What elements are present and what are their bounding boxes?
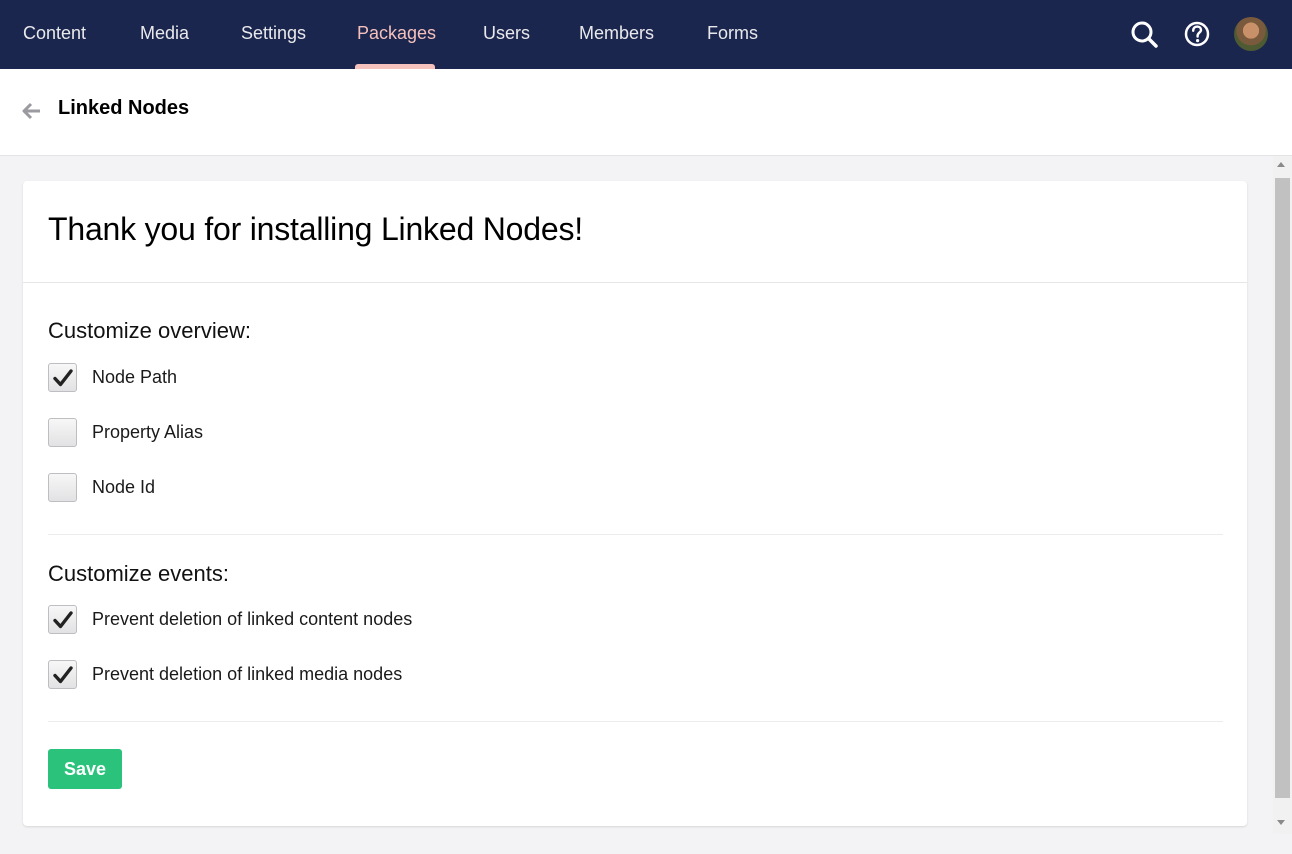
option-label: Property Alias (92, 422, 204, 442)
scroll-down-arrow-icon[interactable] (1277, 820, 1285, 825)
avatar[interactable] (1234, 17, 1268, 51)
checkbox-property-alias[interactable] (48, 418, 77, 447)
page-title: Linked Nodes (58, 97, 190, 119)
checkmark-icon (53, 666, 73, 684)
checkbox-prevent-content-deletion[interactable] (48, 605, 77, 634)
nav-item-members[interactable]: Members (579, 0, 654, 69)
section-title-events: Customize events: (48, 561, 229, 586)
option-label: Prevent deletion of linked media nodes (92, 664, 403, 684)
top-navigation-bar: Content Media Settings Packages Users Me… (0, 0, 1292, 69)
card-divider (23, 282, 1247, 283)
nav-item-users[interactable]: Users (483, 0, 530, 69)
checkbox-node-path[interactable] (48, 363, 77, 392)
section-title-overview: Customize overview: (48, 318, 251, 343)
checkmark-icon (53, 369, 73, 387)
option-label: Node Id (92, 477, 156, 497)
nav-item-forms[interactable]: Forms (707, 0, 758, 69)
save-button[interactable]: Save (48, 749, 122, 789)
checkbox-prevent-media-deletion[interactable] (48, 660, 77, 689)
scroll-up-arrow-icon[interactable] (1277, 162, 1285, 167)
option-label: Prevent deletion of linked content nodes (92, 609, 413, 629)
section-divider (48, 534, 1223, 535)
option-label: Node Path (92, 367, 178, 387)
section-divider (48, 721, 1223, 722)
back-arrow-icon[interactable] (22, 101, 42, 121)
search-icon[interactable] (1127, 17, 1161, 51)
nav-item-media[interactable]: Media (140, 0, 189, 69)
nav-item-content[interactable]: Content (23, 0, 86, 69)
card-title: Thank you for installing Linked Nodes! (48, 211, 583, 247)
page-header: Linked Nodes (0, 69, 1292, 156)
install-card: Thank you for installing Linked Nodes! C… (23, 181, 1247, 826)
checkmark-icon (53, 611, 73, 629)
nav-item-packages[interactable]: Packages (357, 0, 436, 69)
checkbox-node-id[interactable] (48, 473, 77, 502)
help-icon[interactable] (1180, 17, 1214, 51)
scrollbar-thumb[interactable] (1275, 178, 1290, 798)
nav-item-settings[interactable]: Settings (241, 0, 306, 69)
